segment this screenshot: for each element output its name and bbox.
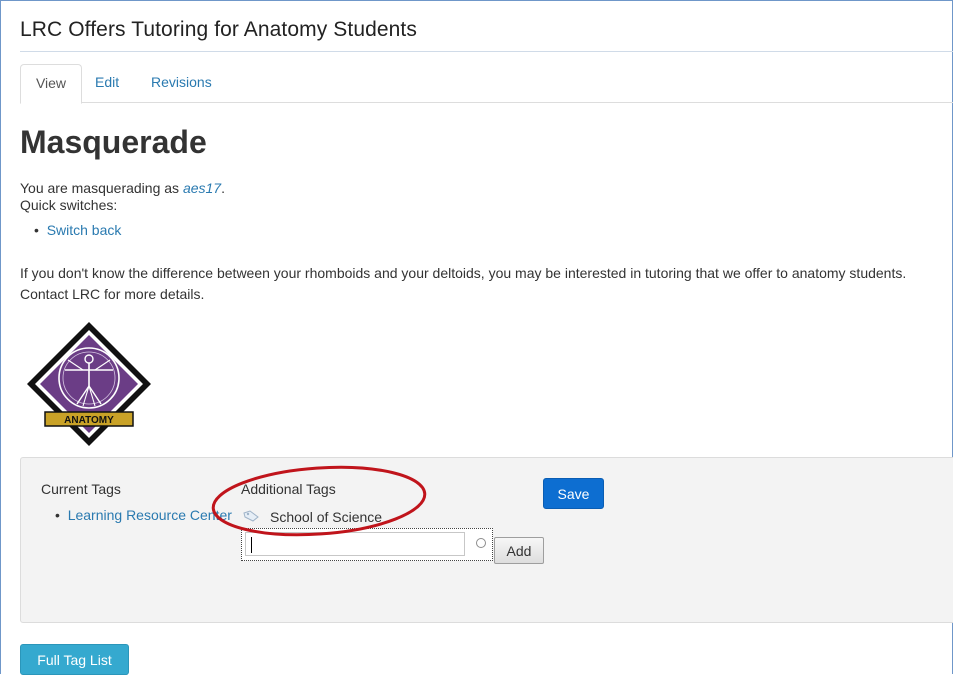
full-tag-list-button[interactable]: Full Tag List bbox=[20, 644, 129, 675]
masquerade-user-link[interactable]: aes17 bbox=[183, 180, 221, 196]
bullet-icon: • bbox=[55, 507, 60, 523]
tag-panel: Current Tags • Learning Resource Center … bbox=[20, 457, 953, 623]
bullet-icon: • bbox=[34, 222, 39, 238]
text-caret bbox=[251, 537, 252, 553]
current-tag-link[interactable]: Learning Resource Center bbox=[68, 507, 232, 523]
save-button[interactable]: Save bbox=[543, 478, 604, 509]
tab-edit[interactable]: Edit bbox=[95, 64, 119, 101]
masquerade-intro-text: You are masquerading as bbox=[20, 180, 183, 196]
masquerade-status: You are masquerading as aes17. bbox=[20, 180, 225, 197]
current-tag-item: • Learning Resource Center bbox=[55, 507, 232, 523]
tag-input[interactable] bbox=[245, 532, 465, 556]
title-divider bbox=[20, 51, 953, 52]
add-tag-button[interactable]: Add bbox=[494, 537, 544, 564]
article-line-1: If you don't know the difference between… bbox=[20, 265, 907, 281]
tab-view[interactable]: View bbox=[20, 64, 82, 104]
switch-back-link[interactable]: Switch back bbox=[47, 222, 122, 238]
anatomy-logo-text: ANATOMY bbox=[64, 415, 114, 426]
article-line-2: Contact LRC for more details. bbox=[20, 286, 205, 302]
tag-input-wrapper bbox=[241, 528, 493, 561]
page-title: LRC Offers Tutoring for Anatomy Students bbox=[20, 18, 417, 41]
current-tags-label: Current Tags bbox=[41, 481, 121, 497]
additional-tags-label: Additional Tags bbox=[241, 481, 336, 497]
tab-revisions[interactable]: Revisions bbox=[151, 64, 212, 101]
anatomy-logo: ANATOMY bbox=[27, 322, 151, 446]
circle-icon bbox=[476, 538, 486, 548]
additional-tag-item: School of Science bbox=[270, 509, 383, 525]
switch-back-item: • Switch back bbox=[34, 222, 121, 238]
masquerade-intro-suffix: . bbox=[221, 180, 225, 196]
quick-switches-label: Quick switches: bbox=[20, 197, 118, 213]
masquerade-heading: Masquerade bbox=[20, 124, 207, 160]
tag-icon bbox=[243, 510, 259, 522]
article-paragraph: If you don't know the difference between… bbox=[20, 265, 906, 303]
tab-bar: View Edit Revisions bbox=[20, 64, 953, 104]
